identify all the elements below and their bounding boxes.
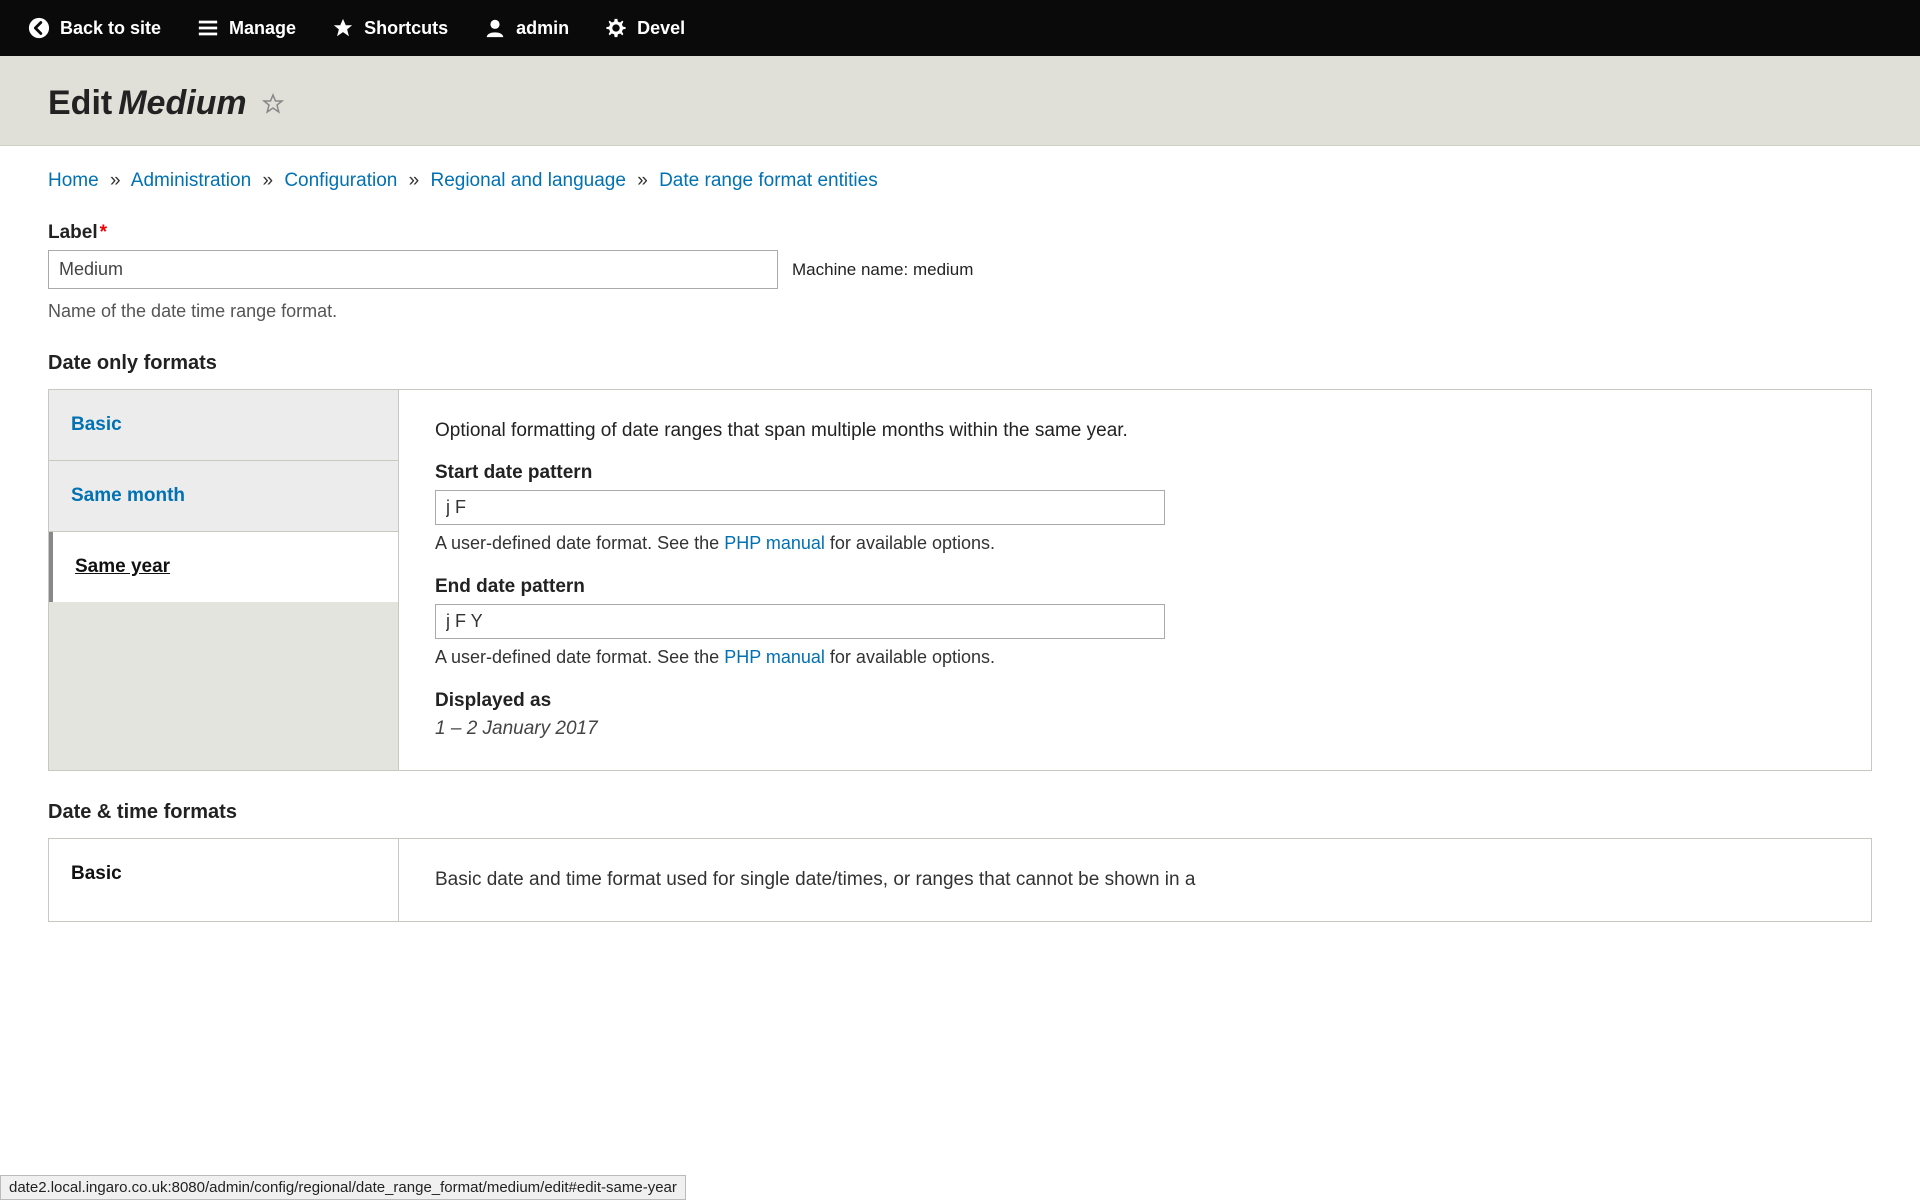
page-title: Edit Medium (48, 84, 1872, 123)
manage-label: Manage (229, 18, 296, 39)
breadcrumb-regional[interactable]: Regional and language (430, 170, 625, 191)
tab2-basic[interactable]: Basic (49, 839, 398, 909)
machine-name-text: Machine name: medium (792, 260, 973, 280)
vtabs2-nav: Basic (49, 839, 399, 921)
vtabs-filler (49, 602, 398, 770)
required-indicator: * (100, 222, 107, 243)
breadcrumb-sep: » (110, 170, 121, 191)
end-pattern-label: End date pattern (435, 576, 1835, 598)
date-only-heading: Date only formats (48, 352, 1872, 375)
label-field-label: Label* (48, 222, 1872, 244)
shortcuts-label: Shortcuts (364, 18, 448, 39)
displayed-as-label: Displayed as (435, 690, 1835, 712)
tab-same-year[interactable]: Same year (49, 532, 398, 602)
end-pattern-help: A user-defined date format. See the PHP … (435, 647, 1835, 668)
tab-same-month[interactable]: Same month (49, 461, 398, 532)
shortcut-star-icon[interactable] (261, 92, 285, 116)
breadcrumb-sep: » (637, 170, 648, 191)
user-icon (484, 17, 506, 39)
breadcrumb-date-formats[interactable]: Date range format entities (659, 170, 878, 191)
start-pattern-input[interactable] (435, 490, 1165, 525)
back-arrow-icon (28, 17, 50, 39)
content-region: Home » Administration » Configuration » … (0, 146, 1920, 946)
displayed-as-value: 1 – 2 January 2017 (435, 718, 1835, 740)
breadcrumb-config[interactable]: Configuration (284, 170, 397, 191)
breadcrumb: Home » Administration » Configuration » … (48, 170, 1872, 192)
gear-icon (605, 17, 627, 39)
date-time-vertical-tabs: Basic Basic date and time format used fo… (48, 838, 1872, 922)
php-manual-link[interactable]: PHP manual (724, 533, 825, 553)
devel-label: Devel (637, 18, 685, 39)
date-time-heading: Date & time formats (48, 801, 1872, 824)
tab-basic[interactable]: Basic (49, 390, 398, 461)
hamburger-icon (197, 17, 219, 39)
page-title-name: Medium (118, 84, 246, 123)
admin-user-label: admin (516, 18, 569, 39)
admin-toolbar: Back to site Manage Shortcuts admin Deve… (0, 0, 1920, 56)
manage-link[interactable]: Manage (179, 17, 314, 39)
vtabs-nav: Basic Same month Same year (49, 390, 399, 770)
php-manual-link[interactable]: PHP manual (724, 647, 825, 667)
end-pattern-input[interactable] (435, 604, 1165, 639)
admin-user-link[interactable]: admin (466, 17, 587, 39)
tab2-content: Basic date and time format used for sing… (399, 839, 1871, 921)
date-only-vertical-tabs: Basic Same month Same year Optional form… (48, 389, 1872, 771)
back-to-site-link[interactable]: Back to site (10, 17, 179, 39)
breadcrumb-admin[interactable]: Administration (131, 170, 251, 191)
back-to-site-label: Back to site (60, 18, 161, 39)
start-pattern-label: Start date pattern (435, 462, 1835, 484)
breadcrumb-sep: » (262, 170, 273, 191)
start-pattern-help: A user-defined date format. See the PHP … (435, 533, 1835, 554)
breadcrumb-sep: » (409, 170, 420, 191)
shortcuts-link[interactable]: Shortcuts (314, 17, 466, 39)
label-help-text: Name of the date time range format. (48, 301, 1872, 322)
page-title-prefix: Edit (48, 84, 112, 123)
star-icon (332, 17, 354, 39)
label-input[interactable] (48, 250, 778, 289)
tab-content-same-year: Optional formatting of date ranges that … (399, 390, 1871, 770)
page-title-bar: Edit Medium (0, 56, 1920, 146)
browser-status-bar: date2.local.ingaro.co.uk:8080/admin/conf… (0, 1175, 686, 1200)
tab-intro-text: Optional formatting of date ranges that … (435, 420, 1835, 442)
devel-link[interactable]: Devel (587, 17, 703, 39)
breadcrumb-home[interactable]: Home (48, 170, 99, 191)
